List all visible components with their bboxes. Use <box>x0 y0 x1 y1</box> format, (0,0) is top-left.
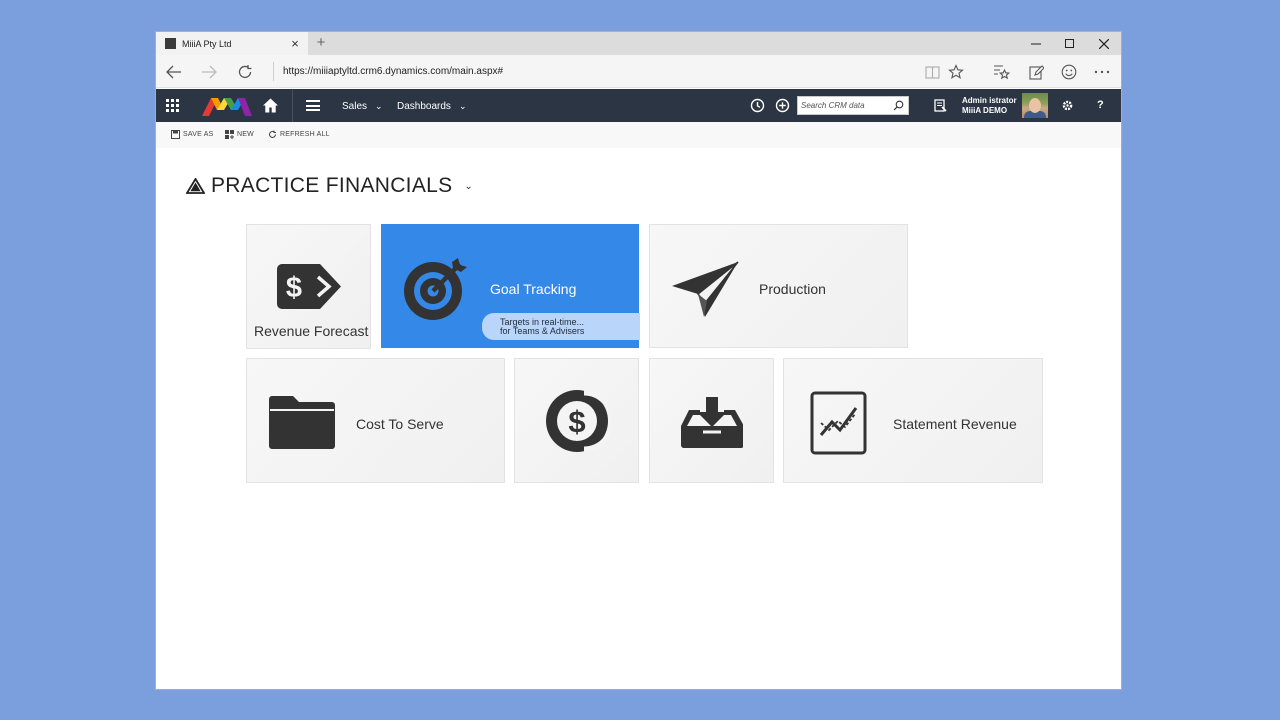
help-button[interactable]: ? <box>1097 99 1104 111</box>
dollar-coin-icon: $ <box>546 390 611 452</box>
user-organization[interactable]: MiiiA DEMO <box>962 106 1007 115</box>
nav-divider <box>292 89 293 122</box>
crm-nav-bar: Sales ⌄ Dashboards ⌄ Admin istrator Miii… <box>156 89 1121 122</box>
page-title-text: PRACTICE FINANCIALS <box>211 174 453 197</box>
create-new-icon[interactable] <box>775 98 790 113</box>
search-icon[interactable] <box>893 100 904 111</box>
search-box[interactable] <box>797 96 909 115</box>
svg-text:$: $ <box>568 404 585 439</box>
dashboards-chevron-down-icon[interactable]: ⌄ <box>459 101 467 112</box>
address-bar: https://miiiaptyltd.crm6.dynamics.com/ma… <box>156 55 1121 88</box>
user-card-icon[interactable] <box>934 99 947 112</box>
title-chevron-down-icon[interactable]: ⌄ <box>464 181 472 192</box>
callout-line: for Teams & Advisers <box>500 326 585 336</box>
nav-dashboards[interactable]: Dashboards <box>397 101 451 112</box>
tile-download[interactable] <box>649 358 774 483</box>
folder-icon <box>269 396 335 449</box>
browser-window: MiiiA Pty Ltd × + https://miiiaptyltd.cr… <box>156 32 1121 689</box>
more-options-icon[interactable] <box>1092 62 1112 82</box>
new-button[interactable]: NEW <box>225 130 254 139</box>
recent-history-icon[interactable] <box>750 98 765 113</box>
download-tray-icon <box>681 397 743 448</box>
url-field[interactable]: https://miiiaptyltd.crm6.dynamics.com/ma… <box>283 66 503 77</box>
user-name[interactable]: Admin istrator <box>962 96 1017 105</box>
web-note-icon[interactable] <box>1026 62 1046 82</box>
forward-icon[interactable] <box>199 62 219 82</box>
dollar-tag-icon: $ <box>277 264 341 309</box>
favorite-star-icon[interactable] <box>946 62 966 82</box>
favicon-icon <box>165 38 176 49</box>
search-input[interactable] <box>801 99 891 112</box>
home-icon[interactable] <box>262 97 279 114</box>
close-tab-icon[interactable]: × <box>286 36 304 51</box>
refresh-all-button[interactable]: REFRESH ALL <box>268 130 330 139</box>
tile-statement-revenue[interactable]: Statement Revenue <box>783 358 1043 483</box>
tab-strip: MiiiA Pty Ltd × + <box>156 32 1121 55</box>
tile-label: Statement Revenue <box>893 416 1017 432</box>
save-as-label: SAVE AS <box>183 131 214 138</box>
tab-title: MiiiA Pty Ltd <box>182 38 232 49</box>
page-title[interactable]: PRACTICE FINANCIALS ⌄ <box>186 174 473 198</box>
tile-cost-to-serve[interactable]: Cost To Serve <box>246 358 505 483</box>
tile-goal-tracking[interactable]: Goal Tracking Targets in real-time... fo… <box>381 224 640 348</box>
address-separator <box>273 62 274 81</box>
command-bar: SAVE AS NEW REFRESH ALL <box>156 122 1121 148</box>
save-as-button[interactable]: SAVE AS <box>171 130 213 139</box>
svg-text:$: $ <box>286 272 302 304</box>
favorites-hub-icon[interactable] <box>991 62 1011 82</box>
app-grid-icon[interactable] <box>166 99 179 112</box>
line-chart-icon <box>810 391 867 455</box>
tile-label: Production <box>759 281 826 297</box>
save-as-icon <box>171 130 180 139</box>
reading-view-icon[interactable] <box>922 62 942 82</box>
tile-label: Goal Tracking <box>490 281 577 297</box>
feedback-smiley-icon[interactable] <box>1059 62 1079 82</box>
goal-tracking-callout: Targets in real-time... for Teams & Advi… <box>482 313 640 340</box>
browser-tab[interactable]: MiiiA Pty Ltd × <box>156 32 308 55</box>
refresh-icon[interactable] <box>235 62 255 82</box>
close-window-icon[interactable] <box>1087 32 1121 55</box>
new-dashboard-icon <box>225 130 234 139</box>
minimize-icon[interactable] <box>1019 32 1053 55</box>
refresh-all-icon <box>269 130 276 138</box>
maximize-icon[interactable] <box>1053 32 1087 55</box>
nav-sales[interactable]: Sales <box>342 101 367 112</box>
new-tab-icon[interactable]: + <box>314 34 328 51</box>
new-label: NEW <box>237 131 254 138</box>
miiia-logo[interactable] <box>202 96 252 116</box>
back-icon[interactable] <box>164 62 184 82</box>
warning-triangle-icon <box>186 178 205 194</box>
refresh-all-label: REFRESH ALL <box>280 131 330 138</box>
paper-plane-icon <box>672 261 739 317</box>
tile-label: Revenue Forecast <box>254 323 369 339</box>
gear-icon[interactable] <box>1061 99 1074 112</box>
window-controls <box>1019 32 1121 55</box>
sales-chevron-down-icon[interactable]: ⌄ <box>375 101 383 112</box>
avatar[interactable] <box>1022 93 1048 118</box>
tile-production[interactable]: Production <box>649 224 908 348</box>
tile-label: Cost To Serve <box>356 416 444 432</box>
tile-dollar-coin[interactable]: $ <box>514 358 639 483</box>
tile-revenue-forecast[interactable]: $ Revenue Forecast <box>246 224 371 349</box>
target-icon <box>404 258 467 320</box>
menu-icon[interactable] <box>306 100 320 111</box>
